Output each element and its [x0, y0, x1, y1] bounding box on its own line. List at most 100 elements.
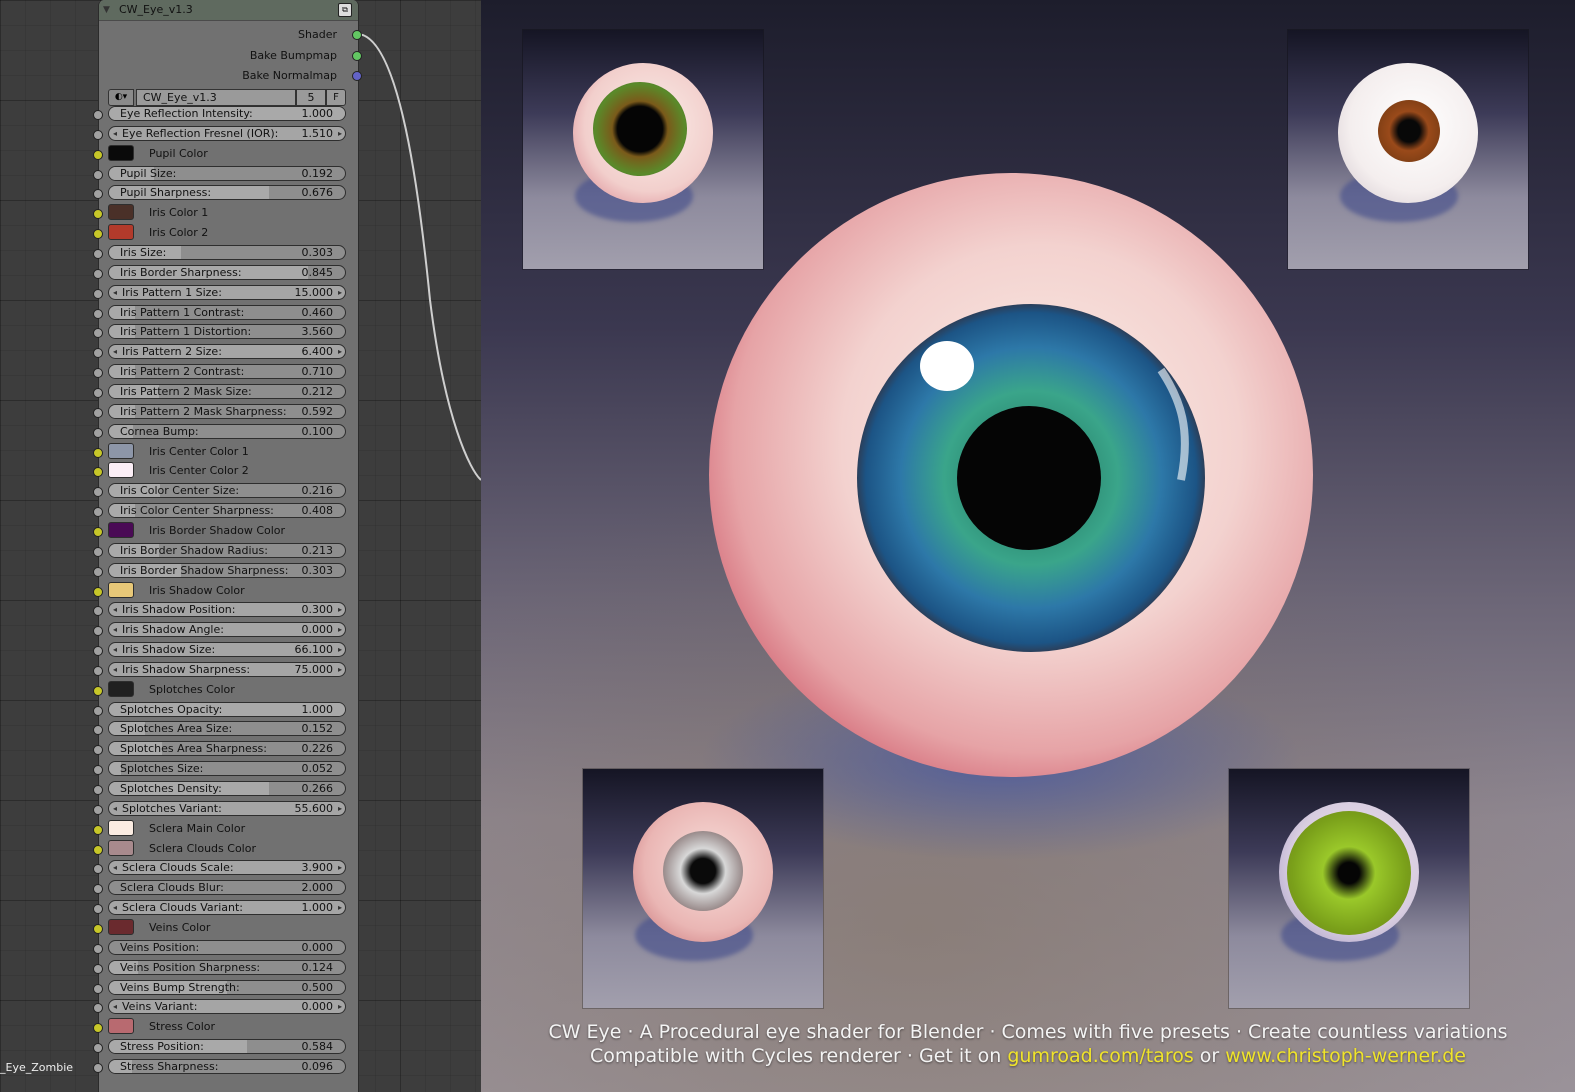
color-swatch[interactable] [108, 145, 134, 161]
input-socket[interactable] [93, 725, 103, 735]
slider-field[interactable]: Splotches Area Sharpness: 0.226 [108, 741, 346, 756]
input-socket[interactable] [93, 666, 103, 676]
slider-field[interactable]: Iris Pattern 2 Contrast: 0.710 [108, 364, 346, 379]
fake-user-button[interactable]: F [326, 89, 346, 106]
slider-field[interactable]: Iris Border Sharpness: 0.845 [108, 265, 346, 280]
color-swatch[interactable] [108, 820, 134, 836]
input-socket[interactable] [93, 904, 103, 914]
input-socket[interactable] [93, 328, 103, 338]
input-socket[interactable] [93, 487, 103, 497]
output-socket[interactable] [352, 51, 362, 61]
increment-arrow-icon[interactable]: ▸ [338, 603, 342, 616]
users-count[interactable]: 5 [296, 89, 326, 106]
slider-field[interactable]: Veins Position: 0.000 [108, 940, 346, 955]
input-socket[interactable] [93, 289, 103, 299]
increment-arrow-icon[interactable]: ▸ [338, 345, 342, 358]
number-field[interactable]: ◂ ▸ Iris Shadow Size: 66.100 [108, 642, 346, 657]
gumroad-link[interactable]: gumroad.com/taros [1007, 1045, 1193, 1067]
color-swatch[interactable] [108, 204, 134, 220]
input-socket[interactable] [93, 170, 103, 180]
input-socket[interactable] [93, 507, 103, 517]
input-socket[interactable] [93, 686, 103, 696]
decrement-arrow-icon[interactable]: ◂ [113, 861, 117, 874]
number-field[interactable]: ◂ ▸ Splotches Variant: 55.600 [108, 801, 346, 816]
slider-field[interactable]: Sclera Clouds Blur: 2.000 [108, 880, 346, 895]
number-field[interactable]: ◂ ▸ Iris Shadow Sharpness: 75.000 [108, 662, 346, 677]
input-socket[interactable] [93, 825, 103, 835]
slider-field[interactable]: Stress Position: 0.584 [108, 1039, 346, 1054]
input-socket[interactable] [93, 924, 103, 934]
increment-arrow-icon[interactable]: ▸ [338, 802, 342, 815]
input-socket[interactable] [93, 309, 103, 319]
decrement-arrow-icon[interactable]: ◂ [113, 127, 117, 140]
input-socket[interactable] [93, 1043, 103, 1053]
input-socket[interactable] [93, 150, 103, 160]
input-socket[interactable] [93, 805, 103, 815]
number-field[interactable]: ◂ ▸ Iris Pattern 2 Size: 6.400 [108, 344, 346, 359]
slider-field[interactable]: Veins Position Sharpness: 0.124 [108, 960, 346, 975]
slider-field[interactable]: Iris Color Center Sharpness: 0.408 [108, 503, 346, 518]
color-swatch[interactable] [108, 522, 134, 538]
input-socket[interactable] [93, 944, 103, 954]
increment-arrow-icon[interactable]: ▸ [338, 1000, 342, 1013]
slider-field[interactable]: Pupil Sharpness: 0.676 [108, 185, 346, 200]
input-socket[interactable] [93, 1003, 103, 1013]
input-socket[interactable] [93, 110, 103, 120]
slider-field[interactable]: Iris Pattern 2 Mask Sharpness: 0.592 [108, 404, 346, 419]
color-swatch[interactable] [108, 681, 134, 697]
increment-arrow-icon[interactable]: ▸ [338, 861, 342, 874]
number-field[interactable]: ◂ ▸ Veins Variant: 0.000 [108, 999, 346, 1014]
slider-field[interactable]: Cornea Bump: 0.100 [108, 424, 346, 439]
slider-field[interactable]: Splotches Density: 0.266 [108, 781, 346, 796]
color-swatch[interactable] [108, 840, 134, 856]
color-swatch[interactable] [108, 919, 134, 935]
node-tree-icon[interactable]: ◐▾ [108, 89, 134, 106]
decrement-arrow-icon[interactable]: ◂ [113, 1000, 117, 1013]
input-socket[interactable] [93, 984, 103, 994]
slider-field[interactable]: Splotches Opacity: 1.000 [108, 702, 346, 717]
increment-arrow-icon[interactable]: ▸ [338, 286, 342, 299]
input-socket[interactable] [93, 1023, 103, 1033]
decrement-arrow-icon[interactable]: ◂ [113, 901, 117, 914]
group-name-field[interactable]: CW_Eye_v1.3 [136, 89, 296, 106]
input-socket[interactable] [93, 229, 103, 239]
input-socket[interactable] [93, 428, 103, 438]
number-field[interactable]: ◂ ▸ Sclera Clouds Scale: 3.900 [108, 860, 346, 875]
color-swatch[interactable] [108, 1018, 134, 1034]
input-socket[interactable] [93, 249, 103, 259]
number-field[interactable]: ◂ ▸ Iris Shadow Position: 0.300 [108, 602, 346, 617]
number-field[interactable]: ◂ ▸ Sclera Clouds Variant: 1.000 [108, 900, 346, 915]
node-header[interactable]: ▼ CW_Eye_v1.3 ⧉ [99, 0, 358, 21]
decrement-arrow-icon[interactable]: ◂ [113, 286, 117, 299]
slider-field[interactable]: Iris Size: 0.303 [108, 245, 346, 260]
input-socket[interactable] [93, 864, 103, 874]
input-socket[interactable] [93, 706, 103, 716]
slider-field[interactable]: Iris Color Center Size: 0.216 [108, 483, 346, 498]
slider-field[interactable]: Iris Pattern 1 Contrast: 0.460 [108, 305, 346, 320]
decrement-arrow-icon[interactable]: ◂ [113, 802, 117, 815]
number-field[interactable]: ◂ ▸ Iris Pattern 1 Size: 15.000 [108, 285, 346, 300]
input-socket[interactable] [93, 189, 103, 199]
input-socket[interactable] [93, 745, 103, 755]
color-swatch[interactable] [108, 224, 134, 240]
input-socket[interactable] [93, 845, 103, 855]
website-link[interactable]: www.christoph-werner.de [1225, 1045, 1466, 1067]
output-socket[interactable] [352, 71, 362, 81]
color-swatch[interactable] [108, 443, 134, 459]
node-editor[interactable]: ▼ CW_Eye_v1.3 ⧉ Shader Bake Bumpmap Bake N… [0, 0, 481, 1092]
slider-field[interactable]: Iris Border Shadow Radius: 0.213 [108, 543, 346, 558]
slider-field[interactable]: Veins Bump Strength: 0.500 [108, 980, 346, 995]
input-socket[interactable] [93, 130, 103, 140]
collapse-triangle-icon[interactable]: ▼ [103, 0, 110, 20]
increment-arrow-icon[interactable]: ▸ [338, 623, 342, 636]
slider-field[interactable]: Splotches Area Size: 0.152 [108, 721, 346, 736]
input-socket[interactable] [93, 408, 103, 418]
increment-arrow-icon[interactable]: ▸ [338, 901, 342, 914]
slider-field[interactable]: Eye Reflection Intensity: 1.000 [108, 106, 346, 121]
decrement-arrow-icon[interactable]: ◂ [113, 643, 117, 656]
slider-field[interactable]: Iris Pattern 1 Distortion: 3.560 [108, 324, 346, 339]
input-socket[interactable] [93, 368, 103, 378]
input-socket[interactable] [93, 626, 103, 636]
slider-field[interactable]: Splotches Size: 0.052 [108, 761, 346, 776]
increment-arrow-icon[interactable]: ▸ [338, 663, 342, 676]
